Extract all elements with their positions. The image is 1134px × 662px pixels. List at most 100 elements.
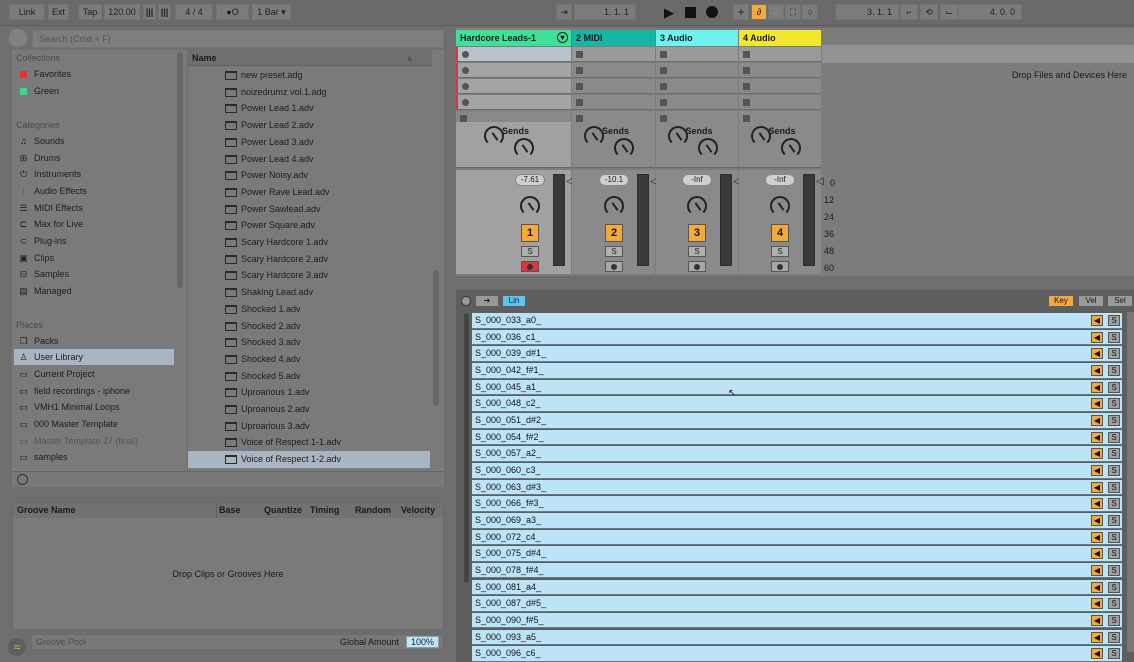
speaker-icon[interactable]: ◀ bbox=[1091, 531, 1103, 543]
chain-row[interactable]: S_000_078_f#4_ ◀ S bbox=[472, 562, 1122, 579]
chain-solo-button[interactable]: S bbox=[1108, 381, 1120, 393]
key-zone-button[interactable]: Key bbox=[1049, 296, 1073, 306]
sidebar-item-plug-ins[interactable]: ⊂ Plug-ins bbox=[14, 233, 174, 249]
re-enable-automation-icon[interactable]: ← bbox=[768, 4, 784, 20]
sidebar-item-drums[interactable]: ⊞ Drums bbox=[14, 150, 174, 166]
chain-row[interactable]: S_000_087_d#5_ ◀ S bbox=[472, 596, 1122, 612]
search-input[interactable]: Search (Cmd + F) bbox=[32, 30, 444, 48]
speaker-icon[interactable]: ◀ bbox=[1091, 631, 1103, 643]
stop-clip-icon[interactable] bbox=[660, 67, 667, 74]
file-item[interactable]: Power Lead 1.adv bbox=[188, 100, 430, 117]
stop-clip-icon[interactable] bbox=[660, 83, 667, 90]
chain-row[interactable]: S_000_072_c4_ ◀ S bbox=[472, 529, 1122, 546]
lin-button[interactable]: Lin bbox=[503, 296, 525, 306]
track-header-2[interactable]: 2 MIDI bbox=[572, 30, 655, 46]
track-header-4[interactable]: 4 Audio bbox=[739, 30, 821, 46]
speaker-icon[interactable]: ◀ bbox=[1091, 398, 1103, 410]
speaker-icon[interactable]: ◀ bbox=[1091, 315, 1103, 326]
record-clip-icon[interactable] bbox=[462, 99, 469, 106]
chain-row[interactable]: S_000_057_a2_ ◀ S bbox=[472, 446, 1122, 462]
sidebar-item-audio-effects[interactable]: ⫶ Audio Effects bbox=[14, 183, 174, 199]
send-b-knob[interactable] bbox=[514, 138, 534, 158]
sidebar-item-midi-effects[interactable]: ☰ MIDI Effects bbox=[14, 200, 174, 216]
chain-solo-button[interactable]: S bbox=[1108, 631, 1120, 643]
auto-select-icon[interactable]: ➔ bbox=[476, 296, 498, 306]
chain-row[interactable]: S_000_096_c6_ ◀ S bbox=[472, 646, 1122, 662]
follow-icon[interactable]: ⇥ bbox=[556, 4, 572, 20]
chain-row[interactable]: S_000_066_f#3_ ◀ S bbox=[472, 496, 1122, 512]
nudge-down-icon[interactable]: ||| bbox=[143, 4, 156, 20]
file-item[interactable]: Power Square.adv bbox=[188, 217, 430, 234]
send-a-knob[interactable] bbox=[584, 126, 604, 146]
chain-list-scrollbar[interactable] bbox=[464, 314, 469, 582]
preview-icon[interactable] bbox=[8, 28, 28, 48]
stop-clip-icon[interactable] bbox=[743, 51, 750, 58]
stop-clip-icon[interactable] bbox=[460, 115, 467, 122]
clip-slot[interactable] bbox=[656, 63, 738, 78]
chain-solo-button[interactable]: S bbox=[1108, 414, 1120, 426]
level-meter[interactable] bbox=[720, 174, 732, 266]
global-amount-field[interactable]: 100% bbox=[406, 636, 439, 648]
file-item[interactable]: Power Rave Lead.adv bbox=[188, 184, 430, 201]
file-item[interactable]: Power Lead 3.adv bbox=[188, 134, 430, 151]
speaker-icon[interactable]: ◀ bbox=[1091, 514, 1103, 526]
speaker-icon[interactable]: ◀ bbox=[1091, 498, 1103, 510]
chain-settings-icon[interactable] bbox=[461, 296, 471, 306]
file-item[interactable]: Shaking Lead.adv bbox=[188, 284, 430, 301]
speaker-icon[interactable]: ◀ bbox=[1091, 581, 1103, 593]
chain-solo-button[interactable]: S bbox=[1108, 498, 1120, 510]
record-clip-icon[interactable] bbox=[462, 51, 469, 58]
track-fold-icon[interactable]: ▾ bbox=[557, 32, 568, 43]
chain-row[interactable]: S_000_054_f#2_ ◀ S bbox=[472, 429, 1122, 446]
clip-slot[interactable] bbox=[456, 95, 571, 110]
solo-button[interactable]: S bbox=[521, 246, 539, 257]
volume-fader-icon[interactable]: ◁ bbox=[816, 176, 824, 187]
punch-in-icon[interactable]: ⌐ bbox=[900, 4, 918, 20]
stop-clip-icon[interactable] bbox=[743, 99, 750, 106]
pan-knob[interactable] bbox=[604, 196, 624, 216]
arrangement-position-field[interactable]: 1. 1. 1 bbox=[574, 4, 636, 20]
volume-field[interactable]: -10.1 bbox=[599, 174, 629, 186]
speaker-icon[interactable]: ◀ bbox=[1091, 331, 1103, 343]
column-base[interactable]: Base bbox=[219, 503, 241, 518]
sidebar-item-000-master-template[interactable]: ▭ 000 Master Template bbox=[14, 416, 174, 432]
chain-solo-button[interactable]: S bbox=[1108, 315, 1120, 326]
tempo-field[interactable]: 120.00 bbox=[104, 4, 140, 20]
stop-clip-icon[interactable] bbox=[743, 67, 750, 74]
record-clip-icon[interactable] bbox=[462, 67, 469, 74]
chain-solo-button[interactable]: S bbox=[1108, 564, 1120, 576]
track-activator-button[interactable]: 2 bbox=[605, 224, 623, 242]
file-item[interactable]: Shocked 2.adv bbox=[188, 318, 430, 335]
clip-slot[interactable] bbox=[572, 95, 655, 110]
track-header-3[interactable]: 3 Audio bbox=[656, 30, 738, 46]
speaker-icon[interactable]: ◀ bbox=[1091, 464, 1103, 476]
file-item[interactable]: Power Lead 4.adv bbox=[188, 151, 430, 168]
file-item[interactable]: noizedrumz vol.1.adg bbox=[188, 84, 430, 101]
file-item[interactable]: Shocked 3.adv bbox=[188, 334, 430, 351]
volume-field[interactable]: -Inf bbox=[682, 174, 712, 186]
column-quantize[interactable]: Quantize bbox=[264, 503, 302, 518]
file-item[interactable]: Uproarious 2.adv bbox=[188, 401, 430, 418]
sel-zone-button[interactable]: Sel bbox=[1108, 296, 1132, 306]
sidebar-item-packs[interactable]: ❐ Packs bbox=[14, 333, 174, 349]
ext-sync-button[interactable]: Ext bbox=[48, 4, 69, 20]
stop-clip-icon[interactable] bbox=[576, 115, 583, 122]
chain-list-right-scrollbar[interactable] bbox=[1127, 312, 1134, 652]
nudge-up-icon[interactable]: ||| bbox=[158, 4, 171, 20]
chain-solo-button[interactable]: S bbox=[1108, 481, 1120, 493]
level-meter[interactable] bbox=[803, 174, 815, 266]
file-item[interactable]: Uproarious 3.adv bbox=[188, 418, 430, 435]
chain-solo-button[interactable]: S bbox=[1108, 364, 1120, 376]
clip-slot[interactable] bbox=[739, 79, 821, 94]
overdub-icon[interactable]: + bbox=[733, 4, 749, 20]
file-item[interactable]: Power Sawlead.adv bbox=[188, 201, 430, 218]
clip-slot[interactable] bbox=[572, 47, 655, 62]
send-b-knob[interactable] bbox=[614, 138, 634, 158]
sidebar-item-instruments[interactable]: ⏻ Instruments bbox=[14, 166, 174, 182]
stop-button[interactable] bbox=[685, 7, 696, 18]
sidebar-item-user-library[interactable]: ♙ User Library bbox=[14, 349, 174, 365]
clip-slot[interactable] bbox=[572, 79, 655, 94]
sidebar-item-managed[interactable]: ▤ Managed bbox=[14, 283, 174, 299]
sidebar-item-samples[interactable]: ⊟ Samples bbox=[14, 266, 174, 282]
chain-solo-button[interactable]: S bbox=[1108, 331, 1120, 343]
